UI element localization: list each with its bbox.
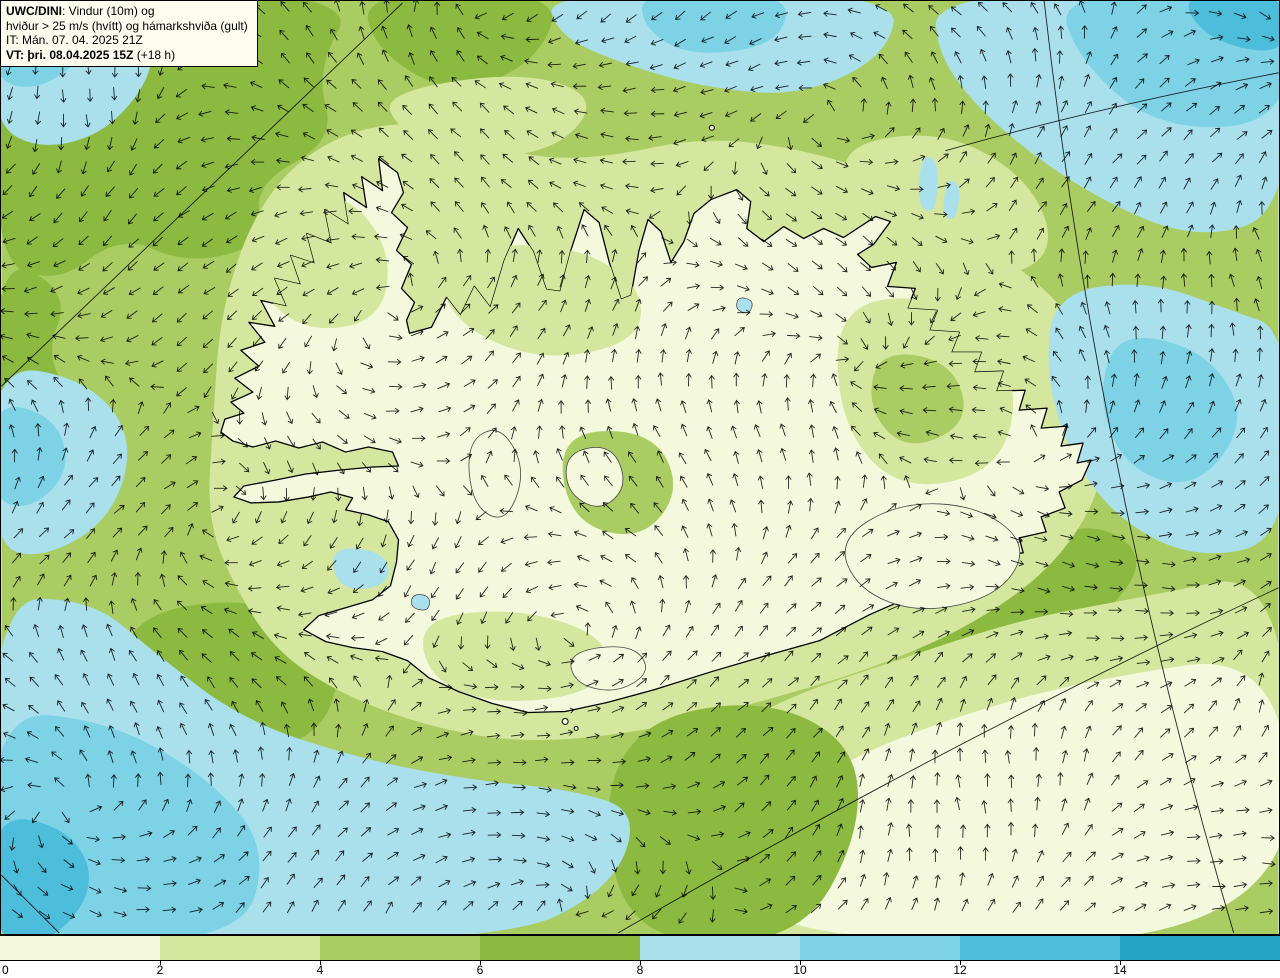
legend-color-bar [0, 935, 1280, 961]
legend-tick-mark [320, 961, 321, 965]
legend-tick-label: 2 [156, 963, 164, 977]
legend-band-6 [960, 936, 1120, 960]
forecast-info-box: UWC/DINI: Vindur (10m) og hviður > 25 m/… [0, 0, 258, 67]
legend-band-3 [480, 936, 640, 960]
legend-tick-label: 0 [2, 963, 9, 977]
legend-axis: 0 2 4 6 8 10 12 14 [0, 961, 1280, 978]
legend-tick-label: 10 [793, 963, 807, 977]
legend-band-4 [640, 936, 800, 960]
wind-region [607, 705, 858, 934]
wind-map-canvas [0, 0, 1280, 935]
legend-tick-mark [1120, 961, 1121, 965]
legend-tick-mark [960, 961, 961, 965]
legend-tick-label: 12 [953, 963, 967, 977]
weather-map-viewport: UWC/DINI: Vindur (10m) og hviður > 25 m/… [0, 0, 1280, 978]
legend-band-7 [1120, 936, 1280, 960]
wind-region [919, 156, 938, 212]
lead-time: (+18 h) [133, 47, 176, 62]
info-line-init-time: IT: Mán. 07. 04. 2025 21Z [6, 33, 143, 47]
info-line-valid-time: VT: þri. 08.04.2025 15Z (+18 h) [6, 48, 248, 63]
model-name: UWC/DINI [6, 4, 62, 18]
legend-tick-mark [480, 961, 481, 965]
valid-time: VT: þri. 08.04.2025 15Z [6, 47, 134, 62]
legend-tick-label: 14 [1113, 963, 1127, 977]
islet [573, 725, 579, 731]
lake [736, 297, 753, 314]
legend-band-0 [0, 936, 160, 960]
legend-band-1 [160, 936, 320, 960]
islet [561, 717, 569, 725]
legend-tick-mark [160, 961, 161, 965]
legend-tick-mark [800, 961, 801, 965]
legend-tick-label: 8 [636, 963, 644, 977]
info-line-model: UWC/DINI: Vindur (10m) og [6, 4, 248, 19]
model-description: : Vindur (10m) og [62, 4, 155, 18]
legend-band-5 [800, 936, 960, 960]
info-line-gusts: hviður > 25 m/s (hvítt) og hámarkshviða … [6, 18, 248, 33]
islet [708, 124, 715, 131]
lake [411, 594, 430, 611]
legend-tick-mark [640, 961, 641, 965]
legend-band-2 [320, 936, 480, 960]
legend-tick-label: 4 [316, 963, 324, 977]
legend-tick-label: 6 [476, 963, 484, 977]
wind-speed-legend: 0 2 4 6 8 10 12 14 [0, 935, 1280, 978]
